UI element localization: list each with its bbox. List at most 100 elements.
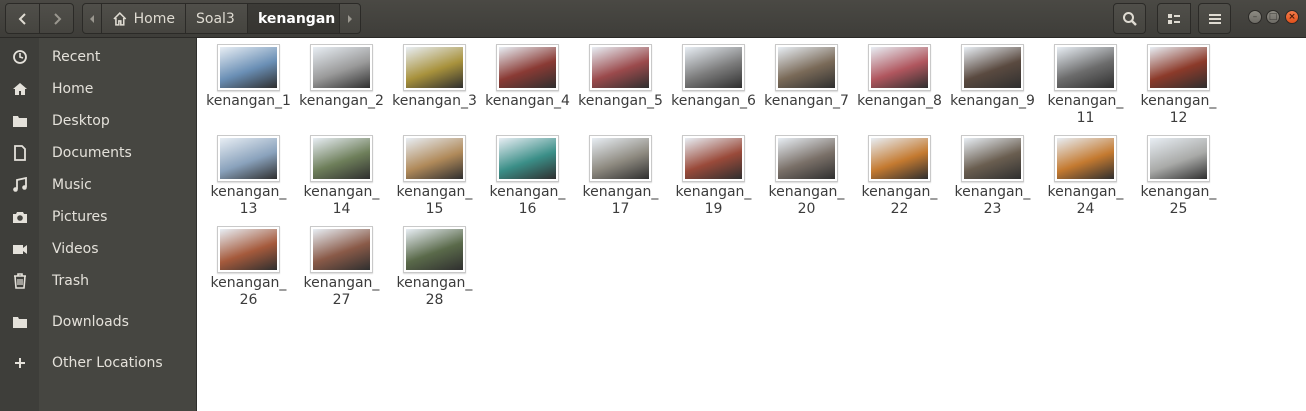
breadcrumb-home[interactable]: Home (101, 3, 186, 34)
sidebar-item-label: Downloads (52, 314, 129, 330)
file-item[interactable]: kenangan_7 (760, 44, 853, 110)
file-thumbnail (1147, 44, 1210, 91)
file-item[interactable]: kenangan_8 (853, 44, 946, 110)
file-thumbnail (403, 44, 466, 91)
search-button[interactable] (1113, 3, 1146, 34)
sidebar-item-videos[interactable]: Videos (0, 233, 196, 265)
path-scroll-right-button[interactable] (339, 3, 361, 34)
file-name-line1: kenangan_ (675, 184, 752, 200)
file-item[interactable]: kenangan_ 17 (574, 135, 667, 218)
file-name-line2: 25 (1169, 201, 1188, 217)
minimize-icon: – (1252, 11, 1258, 22)
sidebar-item-pictures[interactable]: Pictures (0, 201, 196, 233)
menu-button[interactable] (1198, 3, 1231, 34)
file-name: kenangan_ 13 (202, 184, 295, 218)
file-name: kenangan_ 25 (1132, 184, 1225, 218)
sidebar-item-music[interactable]: Music (0, 169, 196, 201)
back-button[interactable] (5, 3, 40, 34)
file-item[interactable]: kenangan_6 (667, 44, 760, 110)
close-button[interactable]: × (1285, 10, 1299, 24)
file-name: kenangan_ 23 (946, 184, 1039, 218)
file-name-line1: kenangan_ (582, 184, 659, 200)
sidebar-item-home[interactable]: Home (0, 73, 196, 105)
file-item[interactable]: kenangan_ 26 (202, 226, 295, 309)
file-thumbnail (1054, 44, 1117, 91)
file-item[interactable]: kenangan_3 (388, 44, 481, 110)
file-name: kenangan_ 19 (667, 184, 760, 218)
file-name-line1: kenangan_4 (485, 93, 570, 109)
file-name: kenangan_ 26 (202, 275, 295, 309)
file-item[interactable]: kenangan_ 14 (295, 135, 388, 218)
breadcrumb-soal3[interactable]: Soal3 (185, 3, 248, 34)
path-scroll-left-button[interactable] (82, 3, 102, 34)
file-item[interactable]: kenangan_ 19 (667, 135, 760, 218)
file-item[interactable]: kenangan_ 22 (853, 135, 946, 218)
file-item[interactable]: kenangan_1 (202, 44, 295, 110)
thumbnail-image (1150, 47, 1207, 88)
file-thumbnail (217, 226, 280, 273)
file-item[interactable]: kenangan_ 28 (388, 226, 481, 309)
breadcrumb-soal3-label: Soal3 (196, 10, 235, 27)
file-name: kenangan_9 (946, 93, 1039, 110)
file-item[interactable]: kenangan_ 16 (481, 135, 574, 218)
file-name-line1: kenangan_8 (857, 93, 942, 109)
file-name-line1: kenangan_5 (578, 93, 663, 109)
minimize-button[interactable]: – (1248, 10, 1262, 24)
sidebar-item-desktop[interactable]: Desktop (0, 105, 196, 137)
file-item[interactable]: kenangan_2 (295, 44, 388, 110)
file-item[interactable]: kenangan_ 27 (295, 226, 388, 309)
file-thumbnail (496, 135, 559, 182)
file-thumbnail (310, 226, 373, 273)
sidebar-item-trash[interactable]: Trash (0, 265, 196, 297)
file-name: kenangan_6 (667, 93, 760, 110)
file-name-line1: kenangan_ (1140, 93, 1217, 109)
breadcrumb-current[interactable]: kenangan (247, 3, 340, 34)
thumbnail-image (778, 138, 835, 179)
sidebar-item-downloads[interactable]: Downloads (0, 306, 196, 338)
file-name-line1: kenangan_3 (392, 93, 477, 109)
file-name-line2: 13 (239, 201, 258, 217)
file-item[interactable]: kenangan_ 11 (1039, 44, 1132, 127)
view-options-button[interactable] (1157, 3, 1191, 34)
sidebar-item-recent[interactable]: Recent (0, 41, 196, 73)
file-item[interactable]: kenangan_5 (574, 44, 667, 110)
sidebar-item-other-locations[interactable]: Other Locations (0, 347, 196, 379)
file-item[interactable]: kenangan_ 23 (946, 135, 1039, 218)
file-name-line2: 17 (611, 201, 630, 217)
file-name-line1: kenangan_ (954, 184, 1031, 200)
thumbnail-image (964, 138, 1021, 179)
thumbnail-image (499, 138, 556, 179)
thumbnail-image (871, 138, 928, 179)
file-name-line1: kenangan_9 (950, 93, 1035, 109)
hamburger-icon (1208, 13, 1221, 24)
file-name-line2: 22 (890, 201, 909, 217)
file-thumbnail (775, 135, 838, 182)
thumbnail-image (406, 138, 463, 179)
chevron-left-icon (18, 12, 26, 25)
file-item[interactable]: kenangan_ 12 (1132, 44, 1225, 127)
file-name-line1: kenangan_ (768, 184, 845, 200)
file-thumbnail (310, 44, 373, 91)
file-name: kenangan_1 (202, 93, 295, 110)
search-icon (1122, 11, 1137, 26)
file-grid: kenangan_1 kenangan_2 kenangan_3 kenangan_4… (198, 38, 1306, 411)
file-item[interactable]: kenangan_ 25 (1132, 135, 1225, 218)
sidebar-item-documents[interactable]: Documents (0, 137, 196, 169)
file-item[interactable]: kenangan_ 13 (202, 135, 295, 218)
maximize-icon: □ (1268, 11, 1278, 22)
sidebar-item-label: Home (52, 81, 94, 97)
file-item[interactable]: kenangan_ 24 (1039, 135, 1132, 218)
file-name-line2: 24 (1076, 201, 1095, 217)
file-item[interactable]: kenangan_ 15 (388, 135, 481, 218)
thumbnail-image (592, 47, 649, 88)
file-name: kenangan_5 (574, 93, 667, 110)
file-item[interactable]: kenangan_4 (481, 44, 574, 110)
forward-button[interactable] (39, 3, 74, 34)
folder-icon (11, 313, 29, 331)
file-name-line1: kenangan_2 (299, 93, 384, 109)
file-item[interactable]: kenangan_ 20 (760, 135, 853, 218)
maximize-button[interactable]: □ (1266, 10, 1280, 24)
file-item[interactable]: kenangan_9 (946, 44, 1039, 110)
thumbnail-image (313, 229, 370, 270)
file-thumbnail (403, 226, 466, 273)
